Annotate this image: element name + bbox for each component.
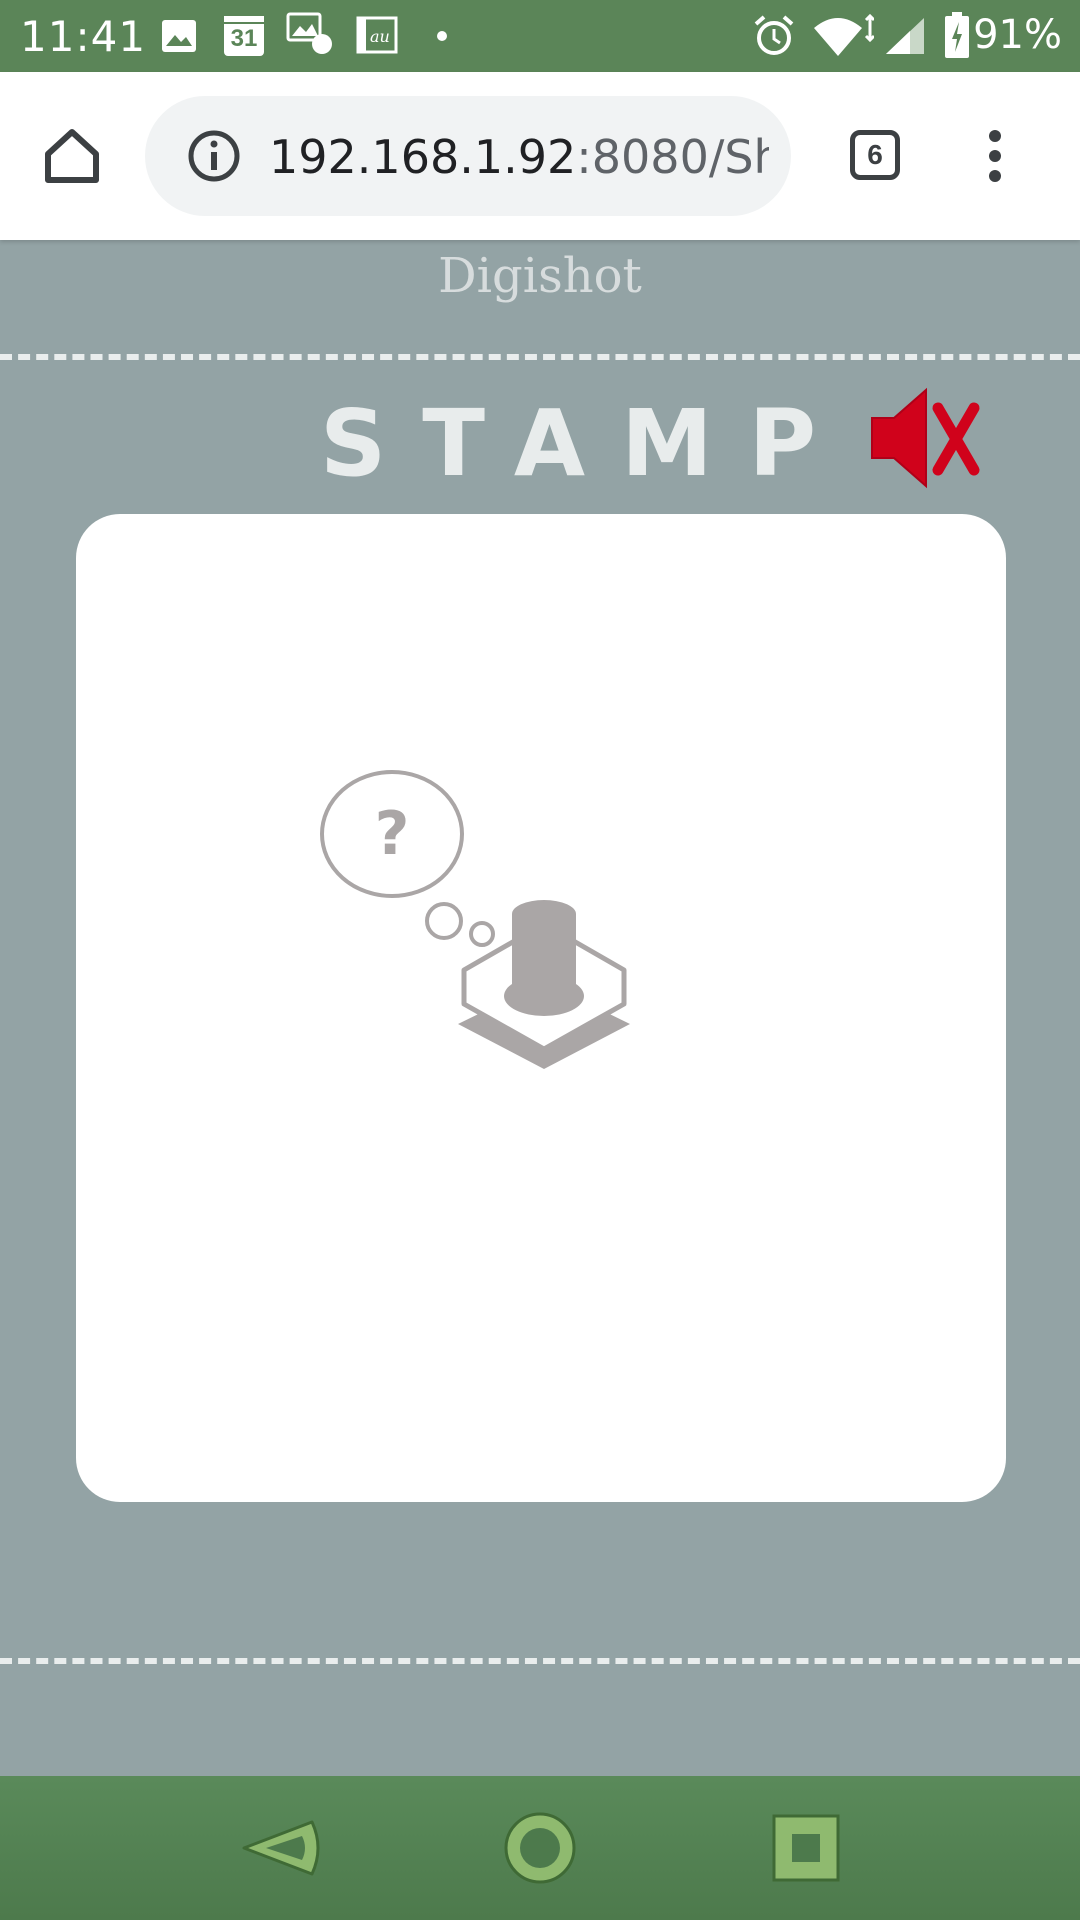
top-dashed-divider: [0, 354, 1080, 360]
photo-sync-icon: [286, 12, 332, 54]
alarm-icon: [754, 15, 794, 55]
tab-switcher-button[interactable]: 6: [850, 130, 900, 180]
url-host: 192.168.1.92: [269, 130, 577, 184]
status-bar: 11:41 31 au 91%: [0, 0, 1080, 72]
address-bar[interactable]: 192.168.1.92:8080/Sho: [145, 96, 791, 216]
recent-apps-icon[interactable]: [764, 1806, 848, 1890]
home-nav-icon[interactable]: [498, 1806, 582, 1890]
status-time: 11:41: [20, 12, 147, 61]
stamp-question-illustration: ?: [320, 770, 630, 1069]
calendar-day: 31: [230, 25, 258, 52]
home-icon[interactable]: [40, 124, 104, 188]
more-options-icon[interactable]: [980, 128, 1010, 184]
info-icon[interactable]: [187, 129, 241, 183]
calendar-icon: 31: [224, 16, 264, 56]
signal-icon: [886, 18, 924, 54]
tab-count: 6: [867, 139, 883, 170]
battery-icon: [945, 12, 969, 58]
url-text[interactable]: 192.168.1.92:8080/Sho: [269, 130, 769, 184]
wifi-icon: [814, 14, 874, 56]
browser-toolbar: 192.168.1.92:8080/Sho 6: [0, 72, 1080, 240]
svg-text:au: au: [370, 27, 390, 46]
back-icon[interactable]: [238, 1806, 322, 1890]
au-icon: au: [356, 16, 398, 54]
stamp-card[interactable]: ?: [76, 514, 1006, 1502]
sound-muted-icon[interactable]: [868, 386, 982, 490]
system-nav-bar: [0, 1776, 1080, 1920]
battery-percent: 91%: [973, 12, 1062, 58]
digishot-logo: Digishot: [438, 248, 642, 304]
page-title: STAMP: [320, 390, 853, 497]
image-icon: [162, 20, 196, 52]
dot-icon: [437, 31, 447, 41]
url-path: :8080/Sho: [576, 130, 769, 184]
bottom-dashed-divider: [0, 1658, 1080, 1664]
svg-text:?: ?: [375, 799, 410, 869]
